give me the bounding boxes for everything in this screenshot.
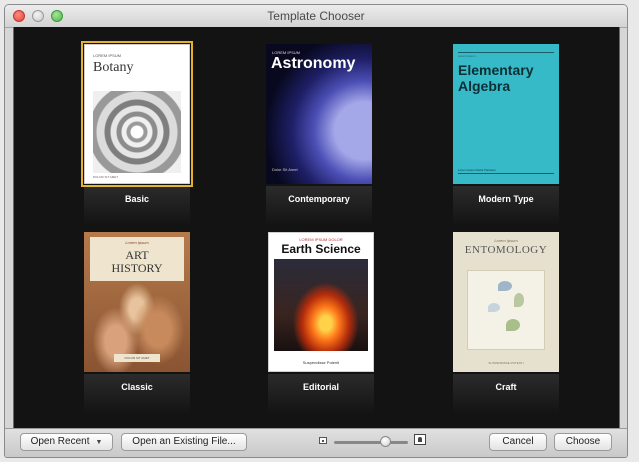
cover-title-panel: Lorem Ipsum ART HISTORY [90, 237, 184, 281]
cover-rule [458, 173, 554, 174]
cover-reflection [453, 186, 559, 226]
window-title: Template Chooser [267, 9, 365, 23]
cover-foot-text: DOLOR SIT AMET [114, 354, 160, 362]
zoom-slider[interactable] [334, 441, 408, 444]
flower-petal [498, 281, 512, 291]
template-chooser-window: Template Chooser LOREM IPSUM Botany DOLO… [4, 4, 628, 458]
cover-foot-text: Lorem Ipsum Dolor Partners [458, 168, 496, 172]
cover-classic[interactable]: Lorem Ipsum ART HISTORY DOLOR SIT AMET [84, 232, 190, 372]
template-label-basic: Basic [124, 194, 150, 204]
template-label-classic: Classic [121, 382, 153, 392]
cover-small-text: Lorem Ipsum [458, 54, 476, 58]
cover-foot-text: DOLOR SIT AMET [93, 175, 119, 179]
open-recent-button[interactable]: Open Recent ▼ [20, 433, 113, 451]
cover-editorial[interactable]: LOREM IPSUM DOLOR Earth Science Suspendi… [268, 232, 374, 372]
cover-contemporary[interactable]: LOREM IPSUM Astronomy Dolor Sit Amet [266, 44, 372, 184]
template-label-craft: Craft [495, 382, 517, 392]
cover-title-line-2: Algebra [458, 78, 511, 94]
choose-button[interactable]: Choose [554, 433, 612, 451]
bottom-toolbar: Open Recent ▼ Open an Existing File... Ca… [5, 428, 627, 457]
cover-small-text: Lorem Ipsum [125, 240, 149, 245]
cover-small-text: LOREM IPSUM [93, 53, 122, 58]
cover-foot-text: Suspendisse Potenti [302, 360, 340, 365]
cover-reflection [84, 186, 190, 226]
cover-reflection [84, 374, 190, 414]
template-grid: LOREM IPSUM Botany DOLOR SIT AMET Basic … [13, 27, 620, 435]
flower-photo [93, 91, 181, 173]
cover-rule [458, 52, 554, 53]
cover-foot-text: SUSPENDISSE POTENTI [488, 361, 524, 365]
cover-title: ENTOMOLOGY [464, 244, 548, 256]
template-label-editorial: Editorial [302, 382, 339, 392]
small-thumbnail-icon[interactable] [319, 437, 327, 444]
cover-title-line-2: HISTORY [111, 261, 163, 275]
cover-foot-text: Dolor Sit Amet [272, 167, 298, 172]
volcano-photo [274, 259, 368, 351]
cover-title: Astronomy [271, 55, 356, 72]
cover-reflection [453, 374, 559, 414]
botanical-illustration [467, 270, 545, 350]
large-thumbnail-icon[interactable] [414, 434, 426, 445]
cover-basic[interactable]: LOREM IPSUM Botany DOLOR SIT AMET [81, 41, 193, 187]
cover-craft[interactable]: Lorem Ipsum ENTOMOLOGY SUSPENDISSE POTEN… [453, 232, 559, 372]
flower-petal [488, 303, 500, 312]
cancel-button[interactable]: Cancel [489, 433, 547, 451]
cover-title: Botany [93, 60, 134, 75]
cover-title-line-1: Elementary [458, 62, 534, 78]
open-existing-file-button[interactable]: Open an Existing File... [121, 433, 247, 451]
cover-modern-type[interactable]: Lorem Ipsum Elementary Algebra Lorem Ips… [453, 44, 559, 184]
cover-reflection [268, 374, 374, 414]
title-bar: Template Chooser [5, 5, 627, 28]
template-label-modern-type: Modern Type [478, 194, 534, 204]
template-label-contemporary: Contemporary [288, 194, 350, 204]
open-recent-label: Open Recent [30, 436, 90, 447]
flower-petal [514, 293, 524, 307]
cover-reflection [266, 186, 372, 226]
zoom-slider-thumb[interactable] [380, 436, 392, 447]
flower-petal [506, 319, 520, 331]
chevron-down-icon: ▼ [95, 439, 103, 446]
cover-small-text: Lorem Ipsum [494, 238, 518, 243]
cover-title: Earth Science [281, 242, 361, 256]
